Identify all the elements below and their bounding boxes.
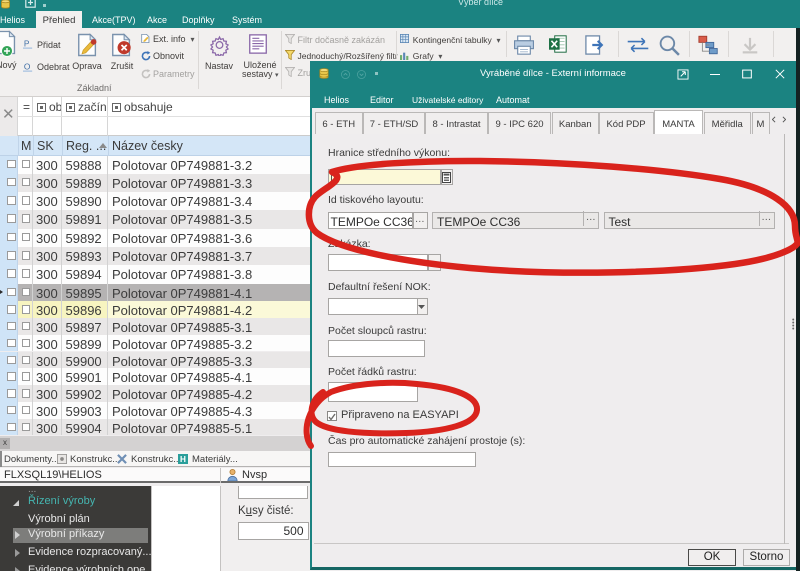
svg-text:O: O (23, 62, 30, 72)
svg-text:P: P (24, 39, 30, 49)
svg-text:H: H (180, 455, 186, 464)
